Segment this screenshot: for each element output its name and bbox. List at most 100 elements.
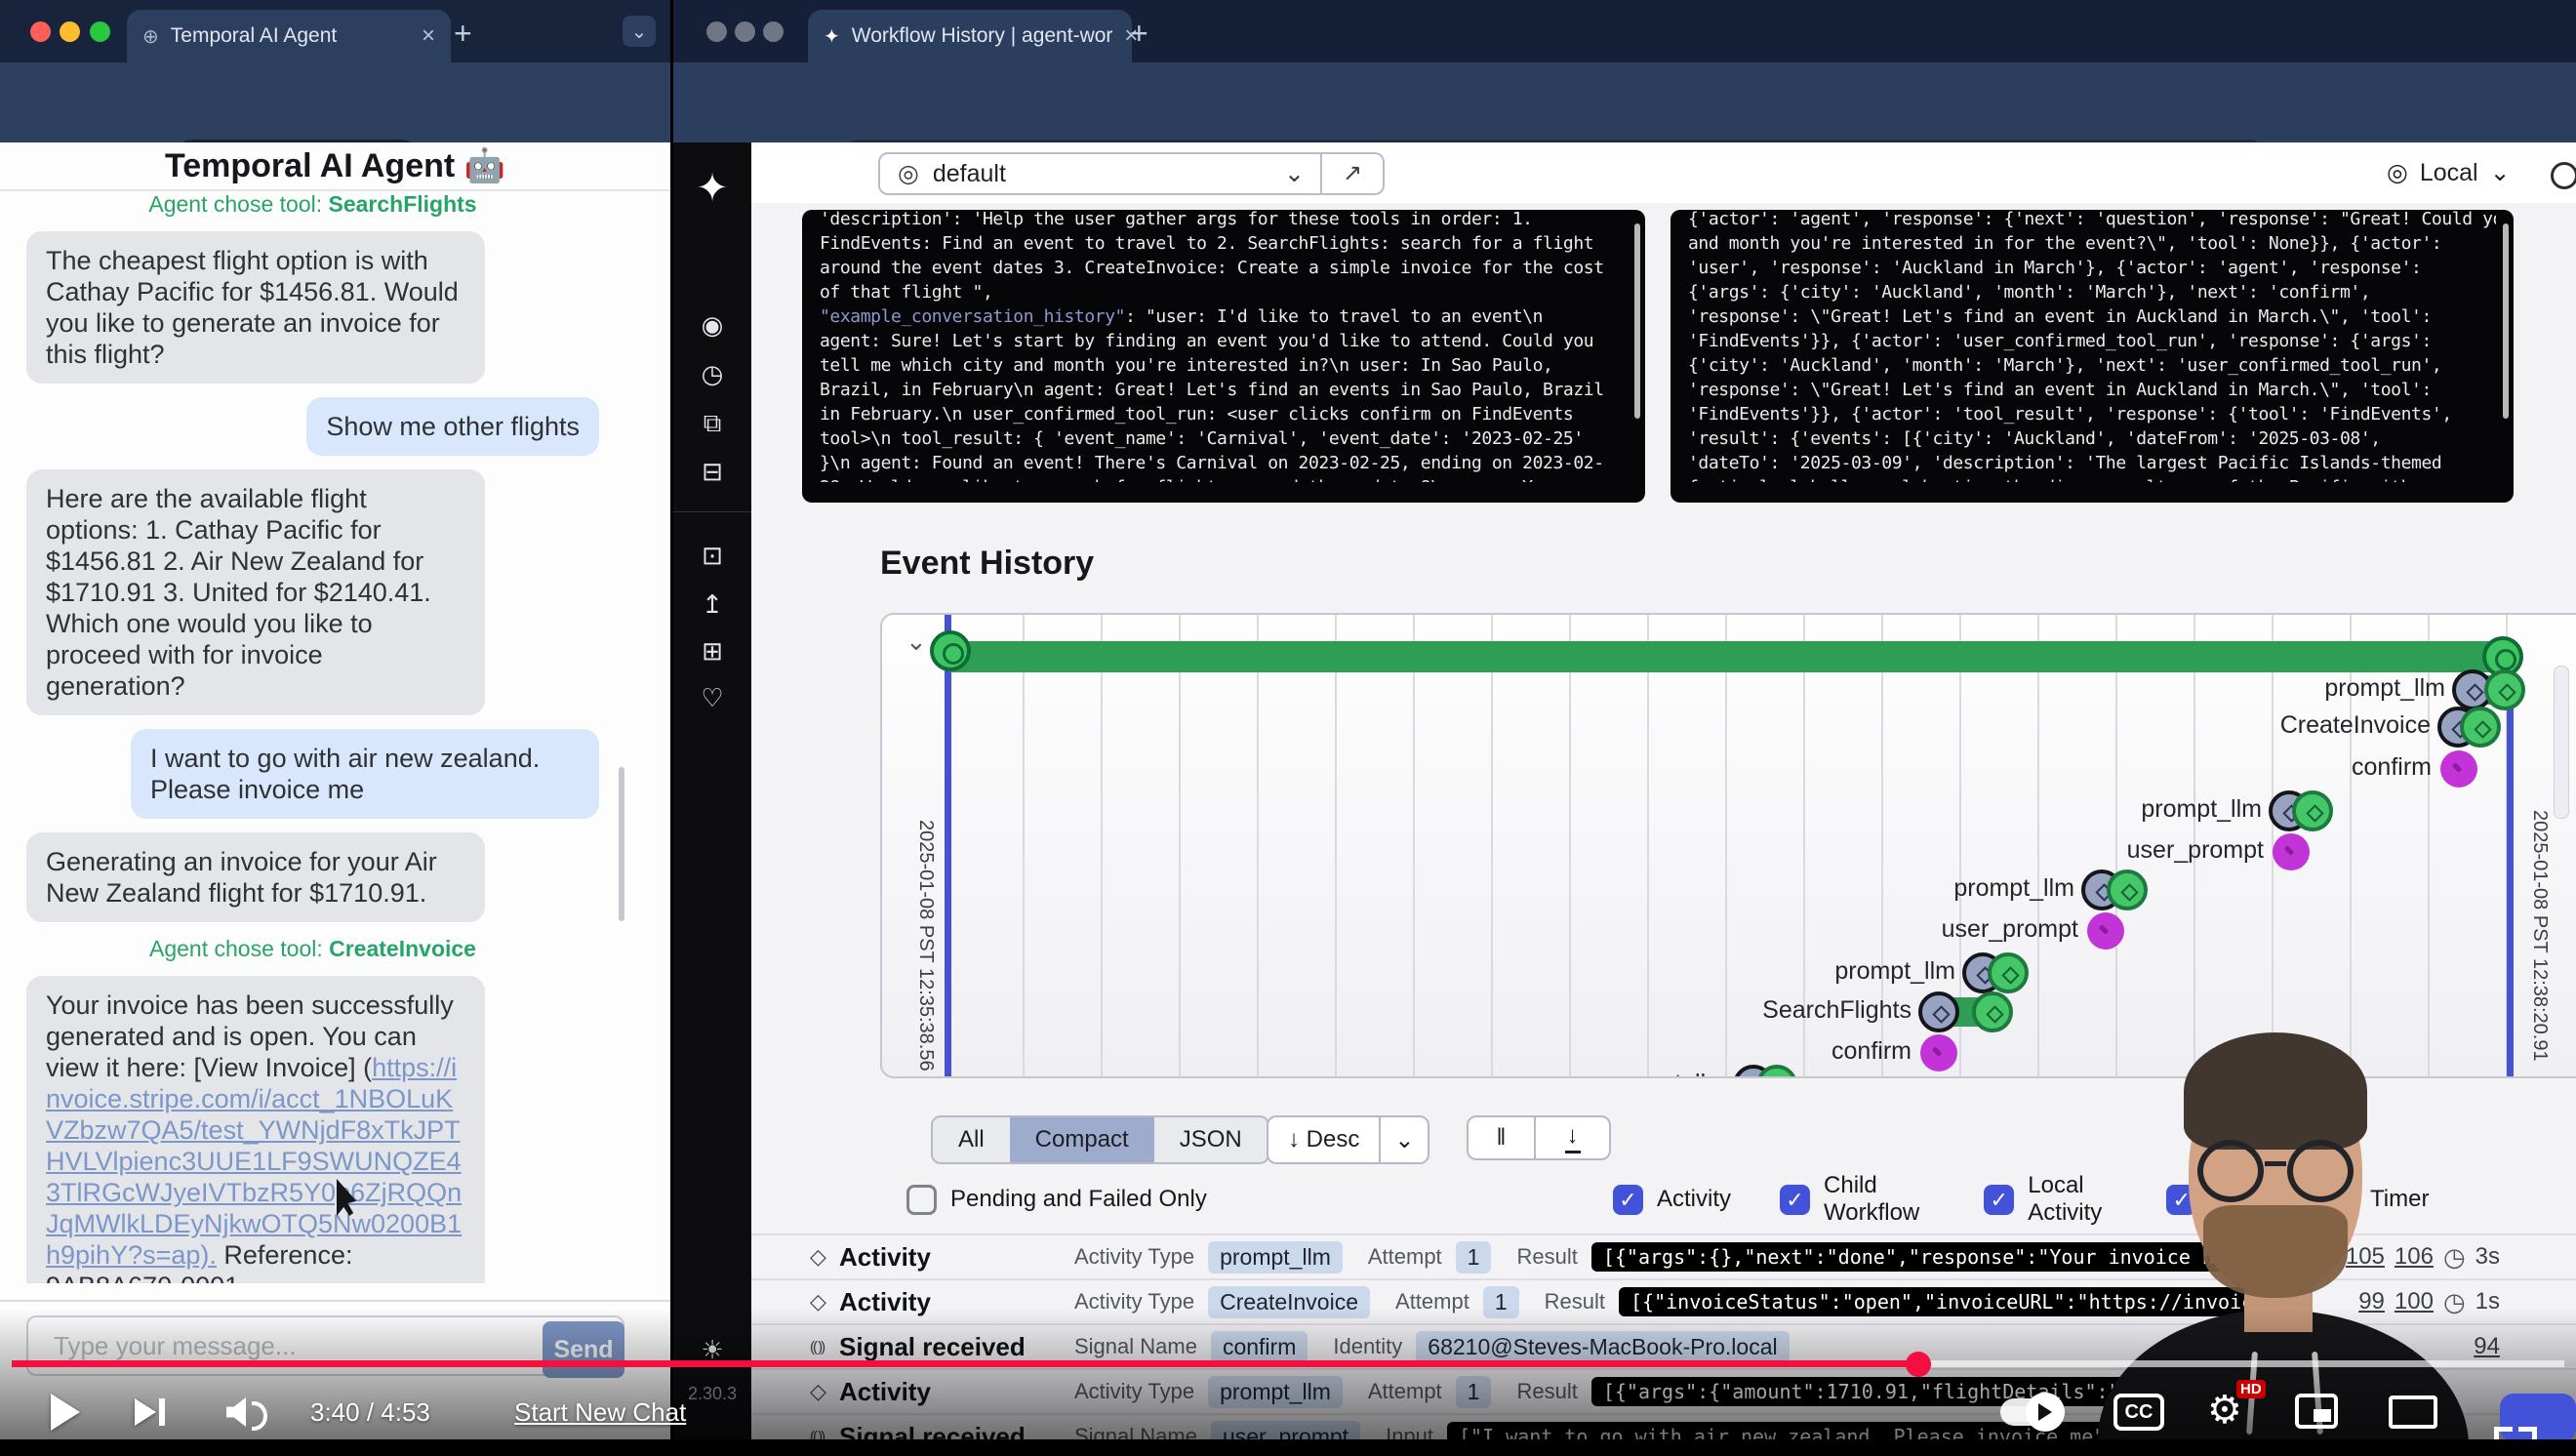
activity-scheduled-marker[interactable]	[1918, 991, 1959, 1032]
chat-scroll[interactable]: Agent chose tool: SearchFlights The cheap…	[26, 191, 599, 1283]
activity-completed-marker[interactable]	[2460, 707, 2501, 748]
timeline-event-label: prompt_llm	[1665, 874, 2074, 903]
timeline-collapse-chevron[interactable]: ⌄	[906, 627, 927, 657]
miniplayer-button[interactable]	[2295, 1394, 2338, 1429]
activity-completed-marker[interactable]	[1972, 991, 2013, 1032]
cube-icon[interactable]: ⊡	[673, 541, 751, 571]
field-value: [{"args":{},"next":"done","response":"Yo…	[1591, 1242, 2259, 1272]
zoom-window-button[interactable]	[763, 21, 784, 42]
captions-button[interactable]: CC	[2113, 1394, 2164, 1431]
field-value: prompt_llm	[1208, 1241, 1343, 1274]
feedback-heart-icon[interactable]: ♡	[673, 683, 751, 713]
play-button[interactable]	[51, 1394, 80, 1431]
sort-chevron-button[interactable]: ⌄	[1379, 1117, 1428, 1162]
user-message: Show me other flights	[306, 397, 599, 456]
checkbox[interactable]: ✓	[1984, 1185, 2014, 1215]
namespace-select[interactable]: ◎ default ⌄	[878, 152, 1322, 195]
filter-activity[interactable]: ✓Activity	[1613, 1185, 1731, 1215]
download-button[interactable]: ↓	[1534, 1115, 1611, 1160]
data-encoder-glasses-icon[interactable]	[2549, 160, 2576, 187]
sort-desc-button[interactable]: ↓ Desc	[1268, 1126, 1379, 1153]
next-video-button[interactable]	[135, 1398, 165, 1431]
filter-child-workflow[interactable]: ✓ Child Workflow	[1780, 1172, 1919, 1227]
workflow-input-line: "example_conversation_history": "user: I…	[820, 304, 1628, 329]
checkbox[interactable]: ✓	[1613, 1185, 1643, 1215]
chat-messages: Agent chose tool: SearchFlights The cheap…	[26, 191, 599, 1283]
right-tab-bar: ✦ Workflow History | agent-wor × +	[673, 0, 2576, 62]
event-id-link[interactable]: 105	[2346, 1243, 2385, 1271]
code-scrollbar[interactable]	[1634, 223, 1640, 419]
activity-completed-marker[interactable]	[2484, 669, 2525, 710]
archive-icon[interactable]: ⊟	[673, 457, 751, 487]
activity-completed-marker[interactable]	[2292, 790, 2333, 831]
workflow-start-marker[interactable]	[930, 630, 971, 671]
event-id-link[interactable]: 106	[2395, 1243, 2434, 1271]
upload-icon[interactable]: ↥	[673, 589, 751, 620]
field-label: Attempt	[1368, 1244, 1442, 1270]
workflows-icon[interactable]: ◉	[673, 310, 751, 341]
video-playhead[interactable]	[1906, 1352, 1931, 1377]
event-json-line: {'actor': 'agent', 'response': {'next': …	[1688, 210, 2496, 231]
signal-marker[interactable]	[1920, 1034, 1957, 1072]
checkbox[interactable]: ✓	[1780, 1185, 1810, 1215]
view-json-button[interactable]: JSON	[1154, 1117, 1268, 1162]
timeline-panel[interactable]: ⌄ 2025-01-08 PST 12:35:38.562025-01-08 P…	[880, 613, 2576, 1078]
namespace-value: default	[933, 160, 1006, 188]
autoplay-toggle[interactable]	[2000, 1398, 2065, 1426]
tab-workflow-history[interactable]: ✦ Workflow History | agent-wor ×	[808, 10, 1132, 62]
settings-gear-icon[interactable]: ⚙HD	[2207, 1388, 2242, 1433]
timeline-event-label: SearchFlights	[1502, 996, 1912, 1025]
pause-button[interactable]: ‖	[1467, 1115, 1536, 1160]
view-compact-button[interactable]: Compact	[1010, 1117, 1154, 1162]
pending-failed-filter[interactable]: Pending and Failed Only	[906, 1183, 1207, 1216]
signal-marker[interactable]	[2087, 912, 2124, 950]
signal-marker[interactable]	[2273, 833, 2310, 870]
timeline-event-label: user_prompt	[1854, 836, 2264, 865]
temporal-logo-icon[interactable]: ✦	[673, 166, 751, 211]
filter-local-activity[interactable]: ✓Local Activity	[1984, 1172, 2102, 1227]
workflow-input-code-panel[interactable]: 'description': 'Help the user gather arg…	[802, 210, 1645, 503]
minimize-window-button[interactable]	[60, 21, 80, 42]
globe-favicon: ⊕	[142, 24, 159, 49]
labs-icon[interactable]: ⊞	[673, 636, 751, 667]
tool-notice: Agent chose tool: SearchFlights	[26, 191, 599, 218]
activity-completed-marker[interactable]	[1988, 952, 2029, 993]
invoice-link[interactable]: https://invoice.stripe.com/i/acct_1NBOLu…	[46, 1053, 462, 1270]
open-namespace-button[interactable]: ↗	[1322, 152, 1385, 195]
cluster-select[interactable]: ◎ Local ⌄	[2387, 158, 2511, 187]
volume-icon[interactable]	[226, 1397, 246, 1427]
tab-search-chevron[interactable]: ⌄	[623, 16, 656, 47]
schedules-icon[interactable]: ◷	[673, 359, 751, 389]
activity-completed-marker[interactable]	[2107, 870, 2148, 910]
signal-marker[interactable]	[2440, 750, 2477, 788]
zoom-window-button[interactable]	[90, 21, 110, 42]
stack-icon[interactable]: ⧉	[673, 408, 751, 439]
close-window-button[interactable]	[30, 21, 51, 42]
close-window-button[interactable]	[706, 21, 727, 42]
workflow-input-line: of that flight ",	[820, 280, 1628, 304]
theater-mode-button[interactable]	[2389, 1395, 2437, 1429]
video-progress-bar[interactable]	[12, 1360, 2564, 1367]
tab-title: Temporal AI Agent	[171, 24, 337, 48]
agent-message: Here are the available flight options: 1…	[26, 469, 485, 715]
new-tab-button[interactable]: +	[454, 16, 472, 52]
pending-failed-checkbox[interactable]	[906, 1185, 937, 1215]
tab-temporal-ai-agent[interactable]: ⊕ Temporal AI Agent ×	[127, 10, 451, 62]
minimize-window-button[interactable]	[735, 21, 755, 42]
new-tab-button[interactable]: +	[1130, 16, 1148, 52]
field-value: 1	[1456, 1241, 1492, 1274]
close-tab-icon[interactable]: ×	[422, 22, 435, 50]
chat-scrollbar[interactable]	[619, 767, 624, 921]
workflow-input-line: 28. Would you like to search for flights…	[820, 475, 1628, 482]
activity-diamond-icon: ◇	[810, 1244, 839, 1270]
start-new-chat-link[interactable]: Start New Chat	[514, 1397, 686, 1428]
clock-icon: ◷	[2443, 1242, 2466, 1273]
event-json-line: 'user', 'response': 'Auckland in March'}…	[1688, 256, 2496, 280]
timeline-scrollbar[interactable]	[2554, 666, 2569, 819]
code-scrollbar[interactable]	[2503, 223, 2509, 419]
event-json-code-panel[interactable]: {'actor': 'agent', 'response': {'next': …	[1670, 210, 2514, 503]
view-all-button[interactable]: All	[933, 1117, 1010, 1162]
agent-message: The cheapest flight option is with Catha…	[26, 231, 485, 384]
checkbox-label: Child Workflow	[1824, 1172, 1919, 1227]
timeline-gridline	[1179, 615, 1181, 1076]
